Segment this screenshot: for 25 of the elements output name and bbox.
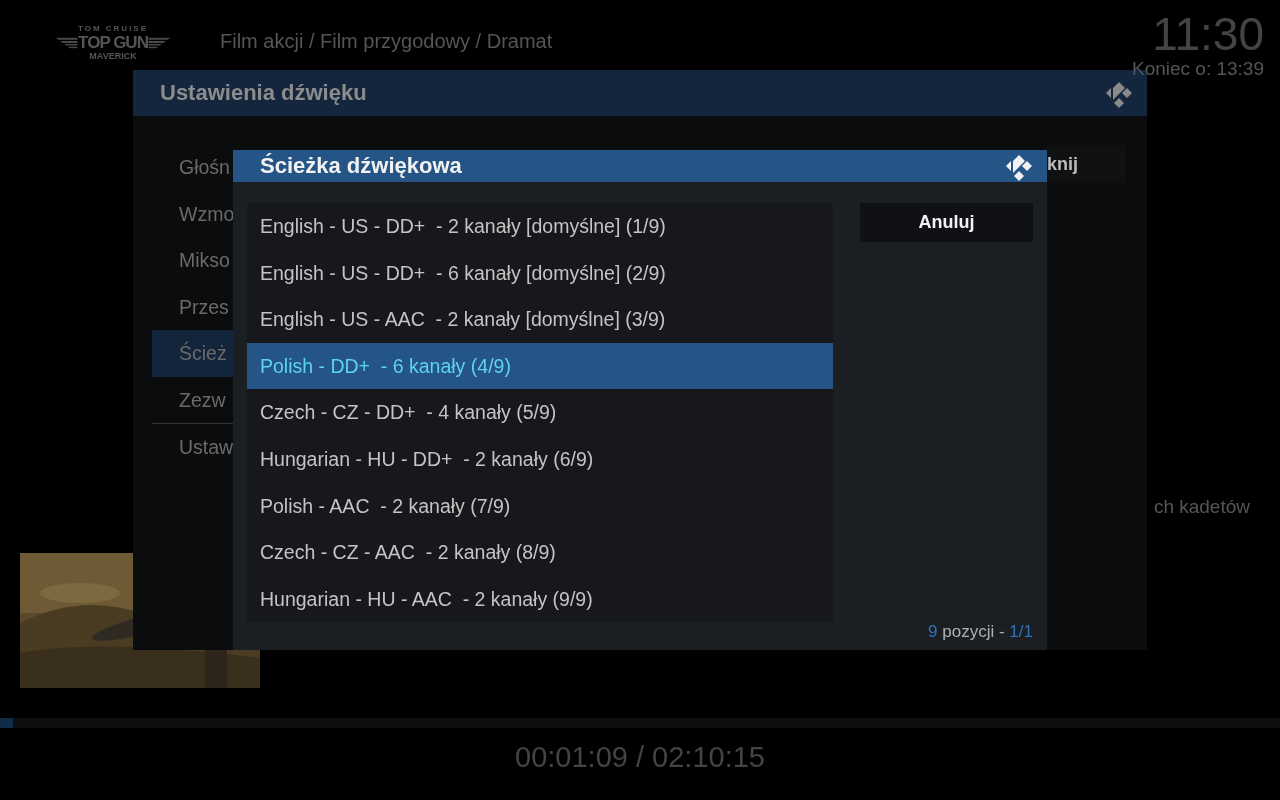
dialog-title: Ustawienia dźwięku: [160, 80, 367, 106]
track-item[interactable]: English - US - DD+ - 2 kanały [domyślne] (1/9): [247, 203, 833, 250]
track-item[interactable]: Hungarian - HU - AAC - 2 kanały (9/9): [247, 575, 833, 623]
plot-text: ch kadetów: [1153, 496, 1250, 518]
track-item[interactable]: Polish - DD+ - 6 kanały (4/9): [247, 342, 833, 390]
track-item[interactable]: Polish - AAC - 2 kanały (7/9): [247, 482, 833, 530]
cancel-button[interactable]: Anuluj: [860, 203, 1033, 242]
track-item[interactable]: Hungarian - HU - DD+ - 2 kanały (6/9): [247, 435, 833, 483]
playback-time: 00:01:09 / 02:10:15: [514, 741, 766, 774]
progress-bar[interactable]: [0, 718, 1280, 728]
track-item[interactable]: English - US - AAC - 2 kanały [domyślne] (3/9): [247, 296, 833, 343]
logo-text: TOM CRUISE: [77, 24, 149, 33]
logo-text: MAVERICK: [89, 51, 137, 61]
logo-text: TOP GUN: [78, 34, 148, 51]
wing-icon: [147, 34, 172, 51]
dialog-title: Ścieżka dźwiękowa: [260, 153, 462, 179]
end-time: Koniec o: 13:39: [1131, 58, 1264, 80]
track-item[interactable]: English - US - DD+ - 6 kanały [domyślne] (2/9): [247, 249, 833, 297]
close-button[interactable]: knij: [1047, 145, 1125, 183]
track-item[interactable]: Czech - CZ - DD+ - 4 kanały (5/9): [247, 389, 833, 436]
genre-text: Film akcji / Film przygodowy / Dramat: [220, 30, 553, 53]
wing-icon: [54, 34, 79, 51]
track-item[interactable]: Czech - CZ - AAC - 2 kanały (8/9): [247, 529, 833, 576]
item-count: 9 pozycji - 1/1: [928, 622, 1033, 643]
clock: 11:30: [1152, 10, 1264, 58]
